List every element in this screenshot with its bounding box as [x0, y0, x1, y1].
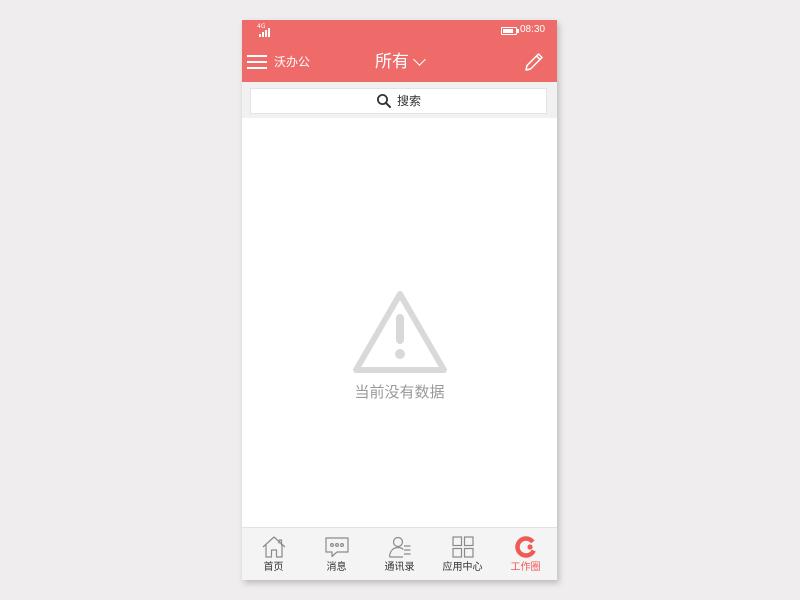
- empty-state: 当前没有数据: [242, 288, 557, 402]
- tab-label: 通讯录: [384, 562, 415, 573]
- chevron-down-icon: [413, 52, 426, 66]
- status-time: 08:30: [520, 24, 546, 35]
- tab-app-center[interactable]: 应用中心: [431, 528, 494, 580]
- tab-home[interactable]: 首页: [242, 528, 305, 580]
- work-circle-icon: [514, 536, 537, 558]
- bottom-tab-bar: 首页 消息 通讯录 应用中心 工作圈: [242, 527, 557, 580]
- tab-contacts[interactable]: 通讯录: [368, 528, 431, 580]
- search-input[interactable]: 搜索: [250, 88, 547, 114]
- signal-icon: 4G: [257, 24, 277, 37]
- pencil-icon: [525, 53, 543, 71]
- app-name: 沃办公: [274, 55, 311, 69]
- filter-label: 所有: [375, 52, 409, 72]
- battery-icon: [501, 27, 519, 35]
- phone-screen: 4G 08:30 沃办公 所有 搜索 当前没有数据 首页 消息 通讯录 应用中心…: [242, 20, 557, 580]
- search-icon: [376, 94, 391, 108]
- tab-label: 消息: [326, 562, 347, 573]
- contacts-icon: [388, 536, 410, 558]
- warning-icon: [352, 291, 447, 373]
- status-bar: 4G 08:30: [242, 20, 557, 42]
- message-icon: [324, 537, 349, 558]
- filter-dropdown[interactable]: 所有: [375, 50, 426, 74]
- home-icon: [262, 536, 285, 558]
- apps-grid-icon: [451, 536, 474, 558]
- tab-work-circle[interactable]: 工作圈: [494, 528, 557, 580]
- menu-button[interactable]: [247, 52, 269, 72]
- tab-messages[interactable]: 消息: [305, 528, 368, 580]
- tab-label: 应用中心: [442, 562, 483, 573]
- app-header: 沃办公 所有: [242, 42, 557, 82]
- empty-message: 当前没有数据: [354, 383, 445, 401]
- edit-button[interactable]: [522, 50, 546, 74]
- search-label: 搜索: [396, 94, 421, 108]
- tab-label: 工作圈: [510, 562, 541, 573]
- search-bar: 搜索: [242, 82, 557, 118]
- tab-label: 首页: [263, 562, 284, 573]
